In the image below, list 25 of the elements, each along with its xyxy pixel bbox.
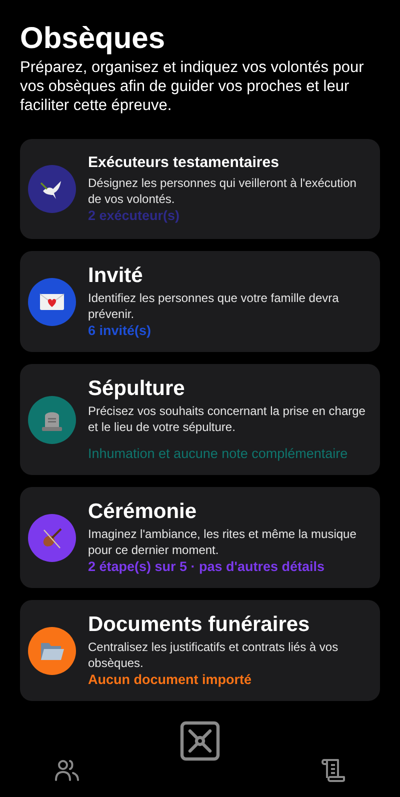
- category-card[interactable]: Invité Identifiez les personnes que votre famille devra prévenir. 6 invité(s): [20, 251, 380, 352]
- card-status: Inhumation et aucune note complémentaire: [88, 445, 349, 463]
- card-title: Cérémonie: [88, 499, 198, 524]
- safe-icon[interactable]: [180, 721, 220, 761]
- people-icon[interactable]: [54, 757, 80, 783]
- card-status: 2 exécuteur(s): [88, 207, 181, 225]
- card-title: Documents funéraires: [88, 612, 311, 637]
- card-status: 6 invité(s): [88, 322, 152, 340]
- card-status: Aucun document importé: [88, 671, 253, 689]
- card-title: Invité: [88, 263, 144, 288]
- scroll-icon[interactable]: [320, 757, 346, 783]
- category-card[interactable]: Documents funéraires Centralisez les justificatifs et contrats liés à vos obsèques. Aucun document importé: [20, 600, 380, 701]
- card-status: 2 étape(s) sur 5 · pas d'autres détails: [88, 558, 326, 576]
- card-description: Imaginez l'ambiance, les rites et même la musique pour ce dernier moment.: [88, 526, 358, 558]
- category-card[interactable]: Exécuteurs testamentaires Désignez les personnes qui veilleront à l'exécution de vos volontés. 2 exécuteur(s): [20, 139, 380, 239]
- category-card[interactable]: Sépulture Précisez vos souhaits concernant la prise en charge et le lieu de votre sépulture. Inhumation et aucune note complémentaire: [20, 364, 380, 475]
- card-description: Centralisez les justificatifs et contrats liés à vos obsèques.: [88, 639, 340, 671]
- intro-text: Préparez, organisez et indiquez vos volontés pour vos obsèques afin de guider vos proches et leur faciliter cette épreuve.: [20, 58, 365, 115]
- page-title: Obsèques: [20, 22, 166, 56]
- card-title: Sépulture: [88, 376, 186, 401]
- category-card[interactable]: Cérémonie Imaginez l'ambiance, les rites et même la musique pour ce dernier moment. 2 étape(s) sur 5 · pas d'autres détails: [20, 487, 380, 588]
- card-description: Précisez vos souhaits concernant la prise en charge et le lieu de votre sépulture.: [88, 403, 366, 435]
- card-title: Exécuteurs testamentaires: [88, 153, 280, 173]
- card-description: Désignez les personnes qui veilleront à l'exécution de vos volontés.: [88, 175, 358, 207]
- card-description: Identifiez les personnes que votre famille devra prévenir.: [88, 290, 340, 322]
